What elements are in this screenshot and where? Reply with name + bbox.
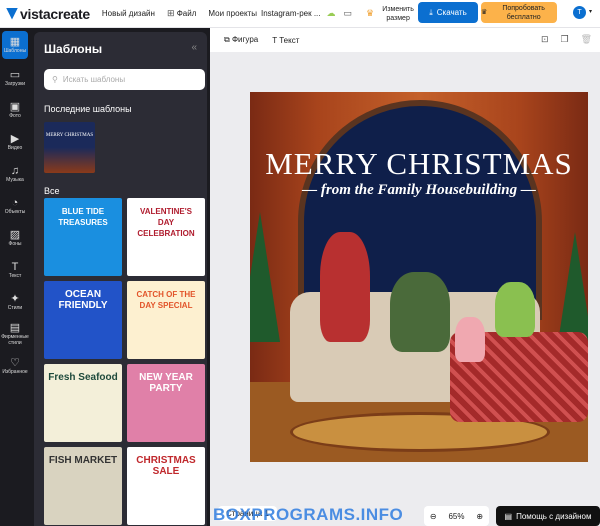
- template-title: CHRISTMAS SALE: [136, 455, 196, 477]
- sidebar-icon: ▶: [10, 133, 20, 145]
- girl-illustration: [455, 317, 485, 362]
- project-name[interactable]: Instagram-рек ...: [261, 9, 321, 18]
- template-thumb[interactable]: NEW YEAR PARTY: [127, 364, 205, 442]
- sidebar-item-label: Фото: [9, 113, 21, 119]
- sidebar-item-label: Избранное: [2, 369, 28, 375]
- crown-icon: ♛: [366, 8, 375, 18]
- recent-template-thumb[interactable]: MERRY CHRISTMAS: [44, 122, 95, 173]
- template-thumb[interactable]: OCEAN FRIENDLY: [44, 281, 122, 359]
- logo[interactable]: vistacreate: [6, 6, 90, 22]
- sidebar-item-1[interactable]: ▭ Загрузки: [0, 62, 30, 94]
- recent-title: Последние шаблоны: [44, 104, 132, 114]
- try-free-button[interactable]: ♛ Попробовать бесплатно: [481, 2, 557, 23]
- logo-mark-icon: [6, 7, 18, 20]
- collapse-icon[interactable]: «: [191, 42, 197, 53]
- design-help-button[interactable]: ▤ Помощь с дизайном: [496, 506, 600, 526]
- sidebar-icon: ✦: [10, 293, 20, 305]
- breadcrumb-projects[interactable]: Мои проекты: [208, 9, 257, 18]
- sidebar-item-2[interactable]: ▣ Фото: [0, 94, 30, 126]
- template-title: CATCH OF THE DAY SPECIAL: [136, 290, 196, 310]
- duplicate-icon[interactable]: ❐: [560, 34, 568, 45]
- template-thumb[interactable]: FISH MARKET: [44, 447, 122, 525]
- mother-illustration: [320, 232, 370, 342]
- watermark: BOXPROGRAMS.INFO: [213, 505, 404, 524]
- sidebar-item-8[interactable]: ✦ Стили: [0, 286, 30, 318]
- design-subtitle[interactable]: — from the Family Housebuilding —: [250, 182, 588, 199]
- new-design-menu[interactable]: Новый дизайн: [102, 9, 155, 18]
- zoom-level: 65%: [448, 511, 465, 521]
- template-title: Fresh Seafood: [48, 372, 118, 383]
- text-tool[interactable]: T Текст: [272, 36, 299, 45]
- sidebar-item-5[interactable]: ◔ Объекты: [0, 190, 30, 222]
- zoom-out-icon[interactable]: ⊖: [430, 512, 437, 521]
- sidebar-icon: ♫: [10, 165, 20, 177]
- sidebar-item-6[interactable]: ▨ Фоны: [0, 222, 30, 254]
- sidebar-rail: ▦ Шаблоны ▭ Загрузки ▣ Фото ▶ Видео ♫ Музыка ◔ Объе…: [0, 28, 30, 526]
- templates-panel: Шаблоны « ⚲ Искать шаблоны Последние шабл…: [30, 28, 210, 526]
- chevron-down-icon[interactable]: ▾: [589, 8, 592, 15]
- download-button[interactable]: ⤓ Скачать: [418, 2, 478, 23]
- sidebar-item-label: Фоны: [8, 241, 22, 247]
- template-title: BLUE TIDE TREASURES: [58, 207, 108, 227]
- design-canvas[interactable]: MERRY CHRISTMAS — from the Family Houseb…: [250, 92, 588, 462]
- sidebar-item-label: Стили: [7, 305, 23, 311]
- template-thumb[interactable]: CHRISTMAS SALE: [127, 447, 205, 525]
- text-icon: T: [272, 35, 277, 45]
- sidebar-item-0[interactable]: ▦ Шаблоны: [2, 31, 28, 59]
- grid-icon: ⊞: [166, 8, 175, 18]
- sidebar-icon: ▤: [9, 322, 21, 334]
- sidebar-item-3[interactable]: ▶ Видео: [0, 126, 30, 158]
- template-thumb[interactable]: Fresh Seafood: [44, 364, 122, 442]
- sidebar-item-label: Музыка: [6, 177, 24, 183]
- template-title: OCEAN FRIENDLY: [58, 289, 108, 311]
- sidebar-icon: T: [11, 261, 19, 273]
- template-thumb[interactable]: CATCH OF THE DAY SPECIAL: [127, 281, 205, 359]
- chat-icon: ▤: [504, 511, 513, 521]
- resize-button[interactable]: Изменить размер: [378, 5, 418, 23]
- panel-title: Шаблоны: [44, 42, 103, 56]
- shape-icon: ⧉: [224, 35, 230, 44]
- template-thumb[interactable]: BLUE TIDE TREASURES: [44, 198, 122, 276]
- search-icon: ⚲: [52, 75, 58, 84]
- sidebar-item-4[interactable]: ♫ Музыка: [0, 158, 30, 190]
- sidebar-item-label: Фирменные стили: [1, 334, 29, 346]
- template-title: NEW YEAR PARTY: [139, 372, 193, 394]
- sidebar-item-7[interactable]: T Текст: [0, 254, 30, 286]
- sidebar-item-label: Текст: [8, 273, 22, 279]
- all-title: Все: [44, 186, 60, 196]
- sidebar-item-label: Загрузки: [4, 81, 26, 87]
- sidebar-item-label: Видео: [7, 145, 23, 151]
- tree-illustration: [250, 212, 280, 342]
- present-icon[interactable]: ▭: [344, 8, 353, 19]
- cloud-saved-icon: ☁: [326, 8, 336, 18]
- sidebar-icon: ▦: [9, 36, 21, 48]
- template-title: VALENTINE'S DAY CELEBRATION: [137, 207, 195, 238]
- sidebar-icon: ♡: [10, 357, 20, 369]
- father-illustration: [390, 272, 450, 352]
- boy-illustration: [495, 282, 535, 337]
- sidebar-icon: ◔: [11, 197, 19, 209]
- sidebar-icon: ▭: [9, 69, 21, 81]
- trash-icon[interactable]: 🗑: [581, 34, 592, 45]
- zoom-in-icon[interactable]: ⊕: [476, 512, 483, 521]
- add-page-icon[interactable]: ⊡: [541, 34, 549, 45]
- sidebar-icon: ▨: [9, 229, 21, 241]
- crown-icon: ♛: [481, 9, 488, 16]
- zoom-control: ⊖ 65% ⊕: [424, 506, 489, 526]
- avatar[interactable]: T: [573, 6, 586, 19]
- canvas-toolbar: ⧉ Фигура T Текст ⊡ ❐ 🗑: [210, 28, 600, 52]
- file-menu[interactable]: ⊞ Файл: [167, 8, 196, 19]
- download-icon: ⤓: [429, 7, 433, 17]
- sidebar-icon: ▣: [9, 101, 21, 113]
- sidebar-item-label: Шаблоны: [3, 48, 27, 54]
- sidebar-item-label: Объекты: [4, 209, 26, 215]
- template-title: FISH MARKET: [48, 455, 118, 466]
- search-input[interactable]: ⚲ Искать шаблоны: [44, 69, 205, 90]
- shape-tool[interactable]: ⧉ Фигура: [224, 35, 258, 45]
- sidebar-item-10[interactable]: ♡ Избранное: [0, 350, 30, 382]
- sidebar-item-9[interactable]: ▤ Фирменные стили: [0, 318, 30, 350]
- template-thumb[interactable]: VALENTINE'S DAY CELEBRATION: [127, 198, 205, 276]
- design-title[interactable]: MERRY CHRISTMAS: [250, 146, 588, 182]
